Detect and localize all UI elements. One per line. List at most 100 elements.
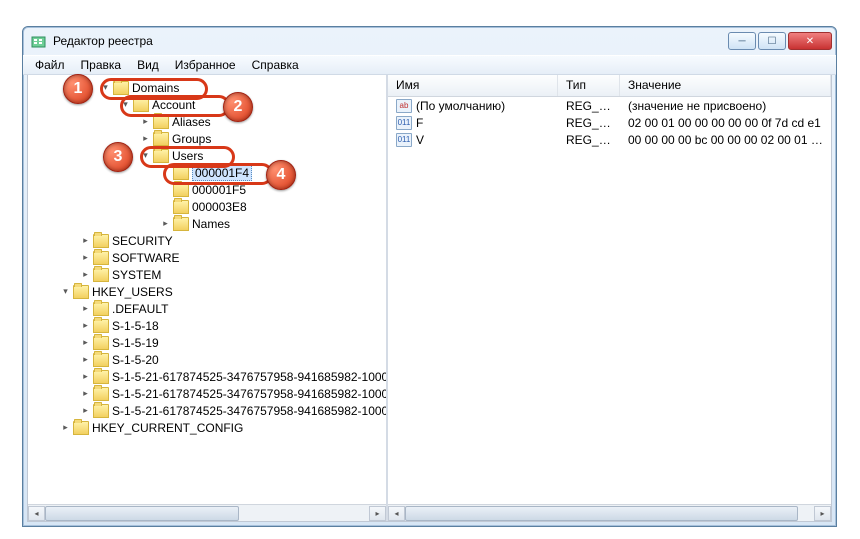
tree-pane: ▾Domains ▾Account ▸Aliases ▸Groups ▾User… [28, 75, 388, 521]
scroll-right-button[interactable]: ▸ [369, 506, 386, 521]
menu-help[interactable]: Справка [244, 56, 307, 74]
col-header-name[interactable]: Имя [388, 75, 558, 96]
values-pane: Имя Тип Значение ab(По умолчанию)REG_SZ(… [388, 75, 831, 521]
folder-icon [93, 251, 109, 265]
folder-icon [93, 302, 109, 316]
tree-item-hkey-users[interactable]: ▾HKEY_USERS [30, 283, 384, 300]
scroll-track[interactable] [405, 506, 814, 521]
value-type: REG_BI... [558, 133, 620, 147]
expander-icon[interactable]: ▸ [140, 133, 151, 144]
expander-icon[interactable]: ▸ [60, 422, 71, 433]
titlebar[interactable]: Редактор реестра ─ ☐ ✕ [23, 27, 836, 55]
values-header: Имя Тип Значение [388, 75, 831, 97]
tree-item-system[interactable]: ▸SYSTEM [30, 266, 384, 283]
expander-icon[interactable]: ▾ [60, 286, 71, 297]
tree-item-sid[interactable]: ▸S-1-5-21-617874525-3476757958-941685982… [30, 385, 384, 402]
values-list[interactable]: ab(По умолчанию)REG_SZ(значение не присв… [388, 97, 831, 148]
value-type: REG_SZ [558, 99, 620, 113]
value-name: F [416, 116, 423, 130]
folder-icon [93, 370, 109, 384]
string-value-icon: ab [396, 99, 412, 113]
folder-icon [153, 132, 169, 146]
tree-item-sid[interactable]: ▸S-1-5-19 [30, 334, 384, 351]
tree-item-security[interactable]: ▸SECURITY [30, 232, 384, 249]
tree-item-names[interactable]: ▸Names [30, 215, 384, 232]
folder-icon [73, 421, 89, 435]
expander-icon[interactable]: ▸ [80, 269, 91, 280]
binary-value-icon: 011 [396, 133, 412, 147]
folder-icon [153, 149, 169, 163]
value-row[interactable]: 011FREG_BI...02 00 01 00 00 00 00 00 0f … [388, 114, 831, 131]
menu-file[interactable]: Файл [27, 56, 73, 74]
value-data: 02 00 01 00 00 00 00 00 0f 7d cd e1 [620, 116, 831, 130]
tree-item-sid[interactable]: ▸S-1-5-21-617874525-3476757958-941685982… [30, 402, 384, 419]
list-hscrollbar[interactable]: ◂ ▸ [388, 504, 831, 521]
tree-item-sid[interactable]: ▸S-1-5-21-617874525-3476757958-941685982… [30, 368, 384, 385]
scroll-right-button[interactable]: ▸ [814, 506, 831, 521]
expander-icon[interactable]: ▾ [100, 82, 111, 93]
value-row[interactable]: ab(По умолчанию)REG_SZ(значение не присв… [388, 97, 831, 114]
expander-icon[interactable]: ▾ [140, 150, 151, 161]
scroll-left-button[interactable]: ◂ [388, 506, 405, 521]
folder-icon [93, 268, 109, 282]
annotation-badge-3: 3 [103, 142, 133, 172]
tree-item-groups[interactable]: ▸Groups [30, 130, 384, 147]
scroll-thumb[interactable] [405, 506, 798, 521]
expander-icon[interactable]: ▸ [80, 337, 91, 348]
col-header-type[interactable]: Тип [558, 75, 620, 96]
tree-item-software[interactable]: ▸SOFTWARE [30, 249, 384, 266]
folder-icon [93, 404, 109, 418]
folder-icon [133, 98, 149, 112]
folder-icon [73, 285, 89, 299]
tree-item-default[interactable]: ▸.DEFAULT [30, 300, 384, 317]
expander-icon[interactable]: ▸ [80, 252, 91, 263]
annotation-badge-4: 4 [266, 160, 296, 190]
expander-icon[interactable]: ▸ [80, 303, 91, 314]
folder-icon [173, 200, 189, 214]
maximize-button[interactable]: ☐ [758, 32, 786, 50]
window-title: Редактор реестра [53, 34, 726, 48]
folder-icon [93, 387, 109, 401]
folder-icon [93, 319, 109, 333]
tree-hscrollbar[interactable]: ◂ ▸ [28, 504, 386, 521]
value-row[interactable]: 011VREG_BI...00 00 00 00 bc 00 00 00 02 … [388, 131, 831, 148]
folder-icon [173, 183, 189, 197]
expander-icon[interactable]: ▸ [80, 354, 91, 365]
scroll-left-button[interactable]: ◂ [28, 506, 45, 521]
minimize-button[interactable]: ─ [728, 32, 756, 50]
expander-icon[interactable]: ▾ [120, 99, 131, 110]
expander-icon[interactable]: ▸ [80, 320, 91, 331]
folder-icon [113, 81, 129, 95]
col-header-value[interactable]: Значение [620, 75, 831, 96]
tree-item-000001f4[interactable]: 000001F4 [30, 164, 384, 181]
expander-icon[interactable]: ▸ [80, 235, 91, 246]
value-data: 00 00 00 00 bc 00 00 00 02 00 01 00 [620, 133, 831, 147]
expander-icon[interactable]: ▸ [160, 218, 171, 229]
regedit-icon [31, 33, 47, 49]
value-data: (значение не присвоено) [620, 99, 831, 113]
tree-item-aliases[interactable]: ▸Aliases [30, 113, 384, 130]
annotation-badge-2: 2 [223, 92, 253, 122]
tree-item-sid[interactable]: ▸S-1-5-18 [30, 317, 384, 334]
expander-icon[interactable]: ▸ [140, 116, 151, 127]
scroll-track[interactable] [45, 506, 369, 521]
menu-view[interactable]: Вид [129, 56, 167, 74]
close-button[interactable]: ✕ [788, 32, 832, 50]
expander-icon[interactable]: ▸ [80, 371, 91, 382]
tree-item-000001f5[interactable]: 000001F5 [30, 181, 384, 198]
registry-tree[interactable]: ▾Domains ▾Account ▸Aliases ▸Groups ▾User… [28, 75, 386, 503]
menu-favorites[interactable]: Избранное [167, 56, 244, 74]
expander-icon[interactable]: ▸ [80, 405, 91, 416]
tree-item-sid[interactable]: ▸S-1-5-20 [30, 351, 384, 368]
annotation-badge-1: 1 [63, 74, 93, 104]
tree-item-000003e8[interactable]: 000003E8 [30, 198, 384, 215]
menubar: Файл Правка Вид Избранное Справка [23, 55, 836, 75]
scroll-thumb[interactable] [45, 506, 239, 521]
folder-icon [93, 353, 109, 367]
tree-item-users[interactable]: ▾Users [30, 147, 384, 164]
tree-item-hkcc[interactable]: ▸HKEY_CURRENT_CONFIG [30, 419, 384, 436]
window-frame: Редактор реестра ─ ☐ ✕ Файл Правка Вид И… [22, 26, 837, 527]
expander-icon[interactable]: ▸ [80, 388, 91, 399]
value-type: REG_BI... [558, 116, 620, 130]
menu-edit[interactable]: Правка [73, 56, 130, 74]
